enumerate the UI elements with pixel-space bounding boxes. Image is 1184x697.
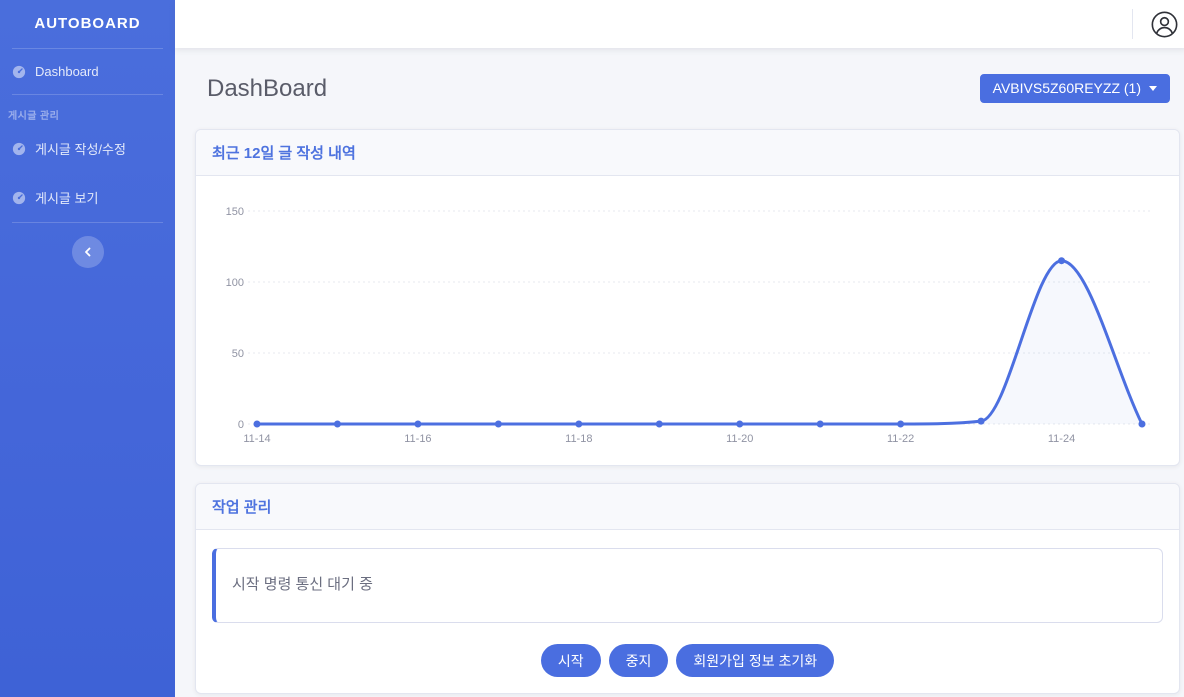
task-management-card: 작업 관리 시작 명령 통신 대기 중 시작 중지 회원가입 정보 초기화 [195,483,1180,694]
svg-text:11-24: 11-24 [1048,433,1075,445]
chevron-left-icon [83,247,93,257]
sidebar-item-label: 게시글 보기 [35,188,98,207]
page-content: DashBoard AVBIVS5Z60REYZZ (1) 최근 12일 글 작… [175,48,1184,697]
account-dropdown-label: AVBIVS5Z60REYZZ (1) [993,80,1141,96]
posts-line-chart: 0 50 100 150 11-14 11-16 11-18 11-20 11-22 11-24 [196,176,1179,465]
page-title: DashBoard [207,75,327,103]
tachometer-icon [12,142,26,156]
status-message-box: 시작 명령 통신 대기 중 [212,548,1163,623]
sidebar-section-heading: 게시글 관리 [0,95,175,124]
sidebar-item-post-view[interactable]: 게시글 보기 [0,173,175,222]
stop-button[interactable]: 중지 [609,644,669,677]
main-area: DashBoard AVBIVS5Z60REYZZ (1) 최근 12일 글 작… [175,0,1184,697]
account-dropdown-button[interactable]: AVBIVS5Z60REYZZ (1) [980,74,1170,103]
sidebar-item-post-edit[interactable]: 게시글 작성/수정 [0,124,175,173]
svg-text:11-16: 11-16 [404,433,431,445]
reset-signup-info-button[interactable]: 회원가입 정보 초기화 [676,644,834,677]
status-message: 시작 명령 통신 대기 중 [232,576,373,593]
svg-text:11-14: 11-14 [243,433,270,445]
svg-text:50: 50 [232,348,244,360]
user-circle-icon [1151,11,1178,38]
task-card-title: 작업 관리 [196,484,1179,530]
svg-text:100: 100 [226,277,244,289]
svg-text:11-20: 11-20 [726,433,753,445]
svg-text:0: 0 [238,419,244,431]
sidebar-item-dashboard[interactable]: Dashboard [0,49,175,94]
sidebar-collapse-button[interactable] [72,236,104,268]
sidebar-item-label: 게시글 작성/수정 [35,139,126,158]
sidebar: AUTOBOARD Dashboard 게시글 관리 게시글 작성/수정 게시글… [0,0,175,697]
tachometer-icon [12,191,26,205]
svg-text:11-18: 11-18 [565,433,592,445]
line-chart-svg: 0 50 100 150 11-14 11-16 11-18 11-20 11-22 11-24 [196,176,1179,461]
topbar-divider [1132,9,1133,39]
tachometer-icon [12,65,26,79]
sidebar-divider [12,222,163,223]
caret-down-icon [1149,86,1157,91]
recent-posts-card: 최근 12일 글 작성 내역 0 50 100 150 11-14 11-16 11-18 1… [195,129,1180,466]
topbar [175,0,1184,48]
svg-text:11-22: 11-22 [887,433,914,445]
recent-posts-card-title: 최근 12일 글 작성 내역 [196,130,1179,176]
sidebar-item-label: Dashboard [35,64,99,79]
brand-autoboard[interactable]: AUTOBOARD [0,0,175,48]
user-menu-button[interactable] [1151,11,1178,38]
start-button[interactable]: 시작 [541,644,601,677]
svg-text:150: 150 [226,206,244,218]
